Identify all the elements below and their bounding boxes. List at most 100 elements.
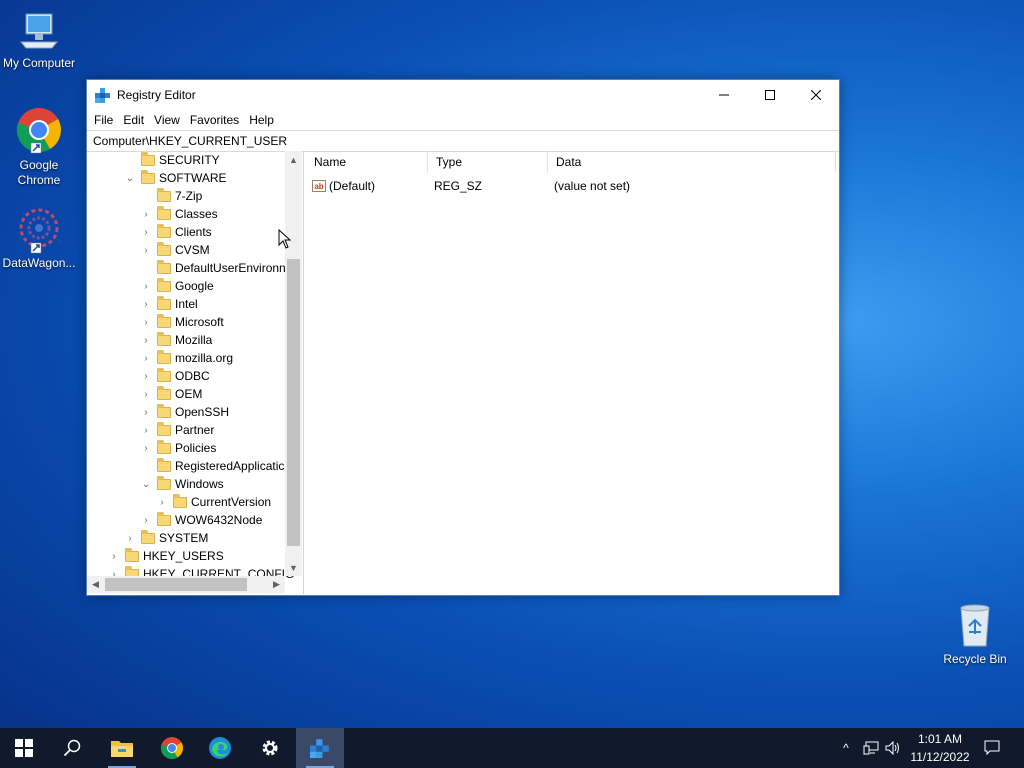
tree-vertical-scrollbar[interactable]: ▲ ▼ [285, 151, 302, 576]
recycle-bin-icon [955, 602, 995, 650]
folder-icon [157, 313, 171, 328]
tree-node-mozilla-org[interactable]: › mozilla.org [141, 349, 233, 367]
chevron-icon[interactable] [125, 155, 135, 165]
tree-horizontal-scrollbar[interactable]: ◀ ▶ [87, 576, 285, 593]
close-button[interactable] [793, 80, 839, 110]
folder-icon [157, 241, 171, 256]
chevron-right-icon[interactable]: › [141, 227, 151, 238]
column-header-type[interactable]: Type [428, 151, 548, 173]
tree-node-windows[interactable]: ⌄ Windows [141, 475, 224, 493]
tree-node-microsoft[interactable]: › Microsoft [141, 313, 224, 331]
tree-node-security[interactable]: SECURITY [125, 151, 220, 169]
tree-node-intel[interactable]: › Intel [141, 295, 198, 313]
tree-node-label: WOW6432Node [175, 513, 263, 527]
tree-node-policies[interactable]: › Policies [141, 439, 216, 457]
tree-node-partner[interactable]: › Partner [141, 421, 214, 439]
chevron-right-icon[interactable]: › [141, 209, 151, 220]
tree-node-odbc[interactable]: › ODBC [141, 367, 210, 385]
minimize-button[interactable] [701, 80, 747, 110]
menu-favorites[interactable]: Favorites [185, 113, 244, 127]
folder-icon [157, 367, 171, 382]
chevron-right-icon[interactable]: › [141, 443, 151, 454]
chevron-right-icon[interactable]: › [141, 389, 151, 400]
desktop-icon-my-computer[interactable]: My Computer [0, 10, 78, 71]
scrollbar-thumb[interactable] [105, 578, 247, 591]
tree-node-clients[interactable]: › Clients [141, 223, 212, 241]
chevron-right-icon[interactable]: › [141, 281, 151, 292]
desktop-icon-datawagon[interactable]: DataWagon... [0, 206, 78, 271]
taskbar-clock[interactable]: 1:01 AM 11/12/2022 [896, 730, 984, 766]
scrollbar-thumb[interactable] [287, 259, 300, 546]
tray-overflow-button[interactable]: ^ [836, 728, 856, 768]
start-button[interactable] [0, 728, 48, 768]
chevron-down-icon[interactable]: ⌄ [125, 173, 135, 184]
menu-view[interactable]: View [149, 113, 185, 127]
chevron-right-icon[interactable]: › [157, 497, 167, 508]
column-header-data[interactable]: Data [548, 151, 836, 173]
folder-icon [157, 331, 171, 346]
chevron-right-icon[interactable]: › [141, 317, 151, 328]
scroll-up-icon[interactable]: ▲ [285, 151, 302, 168]
tree-node-defaultuserenvironment[interactable]: DefaultUserEnvironn [141, 259, 286, 277]
tree-node-label: Policies [175, 441, 217, 455]
search-button[interactable] [48, 728, 96, 768]
chevron-right-icon[interactable]: › [141, 407, 151, 418]
tree-node-label: RegisteredApplicatic [175, 459, 285, 473]
registry-tree: SECURITY ⌄ SOFTWARE 7-Zip › Classes › Clien… [87, 151, 304, 594]
tree-node-currentversion[interactable]: › CurrentVersion [157, 493, 271, 511]
tree-node-label: CVSM [175, 243, 210, 257]
title-bar[interactable]: Registry Editor [87, 80, 839, 110]
menu-file[interactable]: File [89, 113, 118, 127]
folder-icon [157, 349, 171, 364]
taskbar-settings[interactable] [246, 728, 294, 768]
taskbar-file-explorer[interactable] [98, 728, 146, 768]
chevron-right-icon[interactable]: › [141, 425, 151, 436]
tree-node-system[interactable]: › SYSTEM [125, 529, 208, 547]
tree-node-google[interactable]: › Google [141, 277, 214, 295]
chevron-right-icon[interactable]: › [141, 371, 151, 382]
taskbar-chrome[interactable] [148, 728, 196, 768]
string-value-icon: ab [312, 180, 326, 192]
tree-node-hkey-users[interactable]: › HKEY_USERS [109, 547, 224, 565]
clock-time: 1:01 AM [917, 732, 963, 746]
minimize-icon [719, 94, 729, 96]
tray-network[interactable] [860, 728, 882, 768]
chevron-right-icon[interactable]: › [109, 551, 119, 562]
chevron-icon[interactable] [141, 191, 151, 201]
value-row-default[interactable]: ab (Default) [312, 177, 375, 195]
menu-help[interactable]: Help [244, 113, 279, 127]
regedit-app-icon [95, 88, 110, 103]
chevron-right-icon[interactable]: › [141, 353, 151, 364]
maximize-button[interactable] [747, 80, 793, 110]
chevron-icon[interactable] [141, 461, 151, 471]
action-center-button[interactable] [980, 728, 1004, 768]
chevron-right-icon[interactable]: › [141, 245, 151, 256]
tree-node-software[interactable]: ⌄ SOFTWARE [125, 169, 227, 187]
tree-node-mozilla[interactable]: › Mozilla [141, 331, 212, 349]
folder-icon [157, 421, 171, 436]
desktop-icon-google-chrome[interactable]: Google Chrome [0, 106, 78, 188]
scroll-right-icon[interactable]: ▶ [268, 576, 285, 593]
tree-node-openssh[interactable]: › OpenSSH [141, 403, 229, 421]
regedit-icon [310, 739, 329, 758]
chevron-right-icon[interactable]: › [125, 533, 135, 544]
tree-node-cvsm[interactable]: › CVSM [141, 241, 210, 259]
chevron-down-icon[interactable]: ⌄ [141, 479, 151, 490]
tree-node-7zip[interactable]: 7-Zip [141, 187, 202, 205]
chevron-icon[interactable] [141, 263, 151, 273]
tree-node-classes[interactable]: › Classes [141, 205, 218, 223]
tree-node-wow6432node[interactable]: › WOW6432Node [141, 511, 262, 529]
taskbar-regedit[interactable] [296, 728, 344, 768]
taskbar-edge[interactable] [196, 728, 244, 768]
desktop-icon-recycle-bin[interactable]: Recycle Bin [936, 602, 1014, 667]
tree-node-oem[interactable]: › OEM [141, 385, 202, 403]
chevron-right-icon[interactable]: › [141, 515, 151, 526]
menu-edit[interactable]: Edit [118, 113, 149, 127]
scroll-down-icon[interactable]: ▼ [285, 559, 302, 576]
chevron-right-icon[interactable]: › [141, 299, 151, 310]
chevron-right-icon[interactable]: › [141, 335, 151, 346]
column-header-name[interactable]: Name [306, 151, 428, 173]
tree-node-registeredapplications[interactable]: RegisteredApplicatic [141, 457, 284, 475]
scroll-left-icon[interactable]: ◀ [87, 576, 104, 593]
address-bar[interactable]: Computer\HKEY_CURRENT_USER [87, 130, 839, 152]
